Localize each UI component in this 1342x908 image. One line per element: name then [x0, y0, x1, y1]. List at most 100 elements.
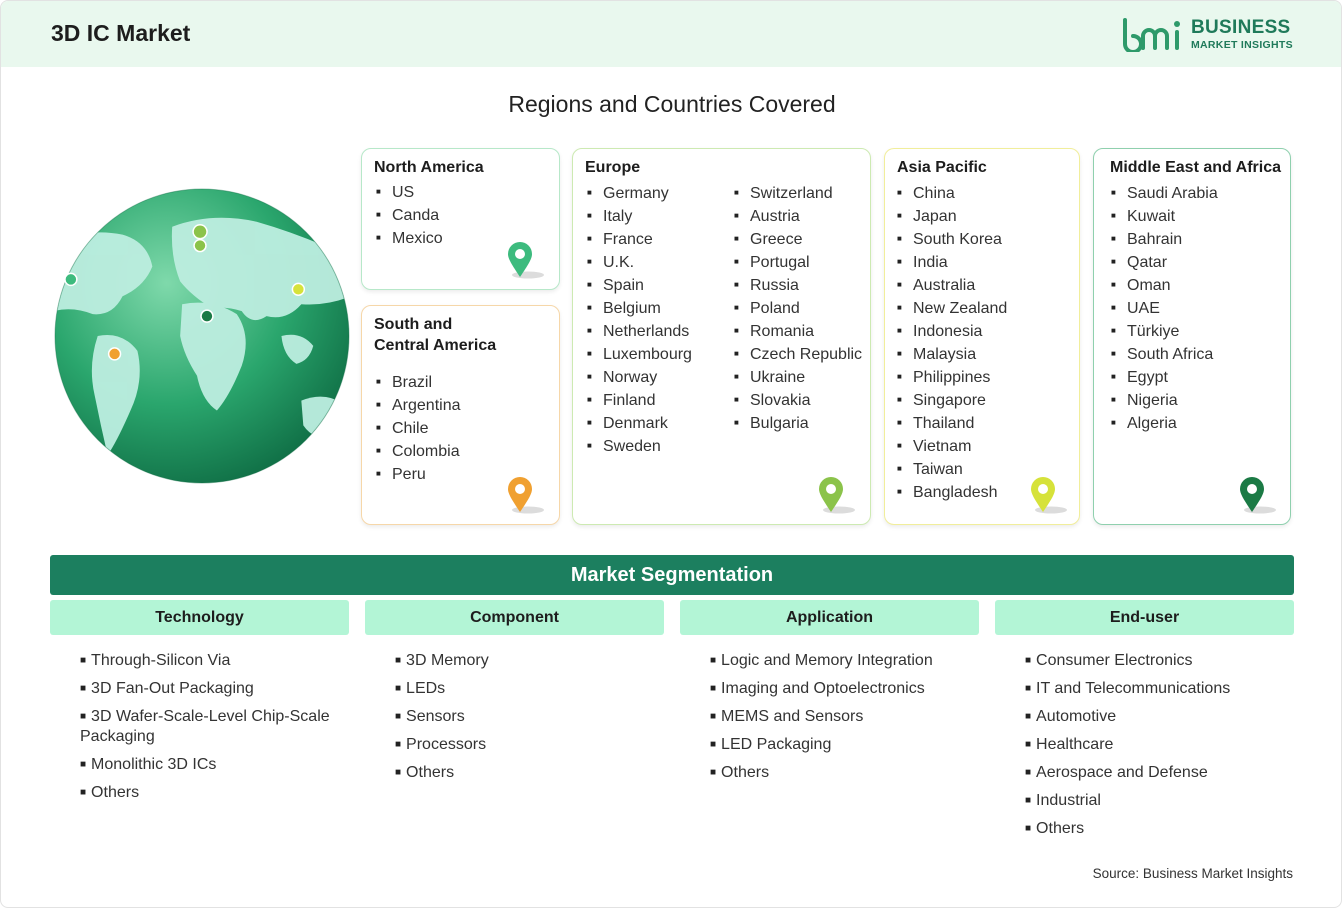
- region-title-middle-east-africa: Middle East and Africa: [1110, 159, 1281, 176]
- country-item: Ukraine: [734, 366, 862, 389]
- country-list-north-america: US Canda Mexico: [376, 181, 443, 250]
- segment-item: IT and Telecommunications: [1025, 679, 1295, 699]
- globe-icon: [54, 188, 350, 484]
- country-item: Argentina: [376, 394, 461, 417]
- source-note: Source: Business Market Insights: [1092, 866, 1293, 881]
- country-item: Bulgaria: [734, 412, 862, 435]
- segment-item: Others: [710, 763, 980, 783]
- segment-item: Consumer Electronics: [1025, 651, 1295, 671]
- segment-header-application: Application: [680, 600, 979, 635]
- region-card-south-central-america: South and Central America Brazil Argenti…: [361, 305, 560, 525]
- country-item: Thailand: [897, 412, 1007, 435]
- segment-list-component: 3D Memory LEDs Sensors Processors Others: [395, 651, 655, 791]
- segment-item: LEDs: [395, 679, 655, 699]
- country-item: Peru: [376, 463, 461, 486]
- regions-title: Regions and Countries Covered: [508, 91, 836, 117]
- country-item: Mexico: [376, 227, 443, 250]
- country-item: Vietnam: [897, 435, 1007, 458]
- country-item: Saudi Arabia: [1111, 182, 1218, 205]
- country-item: Kuwait: [1111, 205, 1218, 228]
- region-card-europe: Europe Germany Italy France U.K. Spain B…: [572, 148, 871, 525]
- country-item: South Africa: [1111, 343, 1218, 366]
- region-title-europe: Europe: [585, 159, 641, 176]
- country-item: Italy: [587, 205, 692, 228]
- map-pin-icon: [508, 242, 544, 279]
- map-pin-icon: [1031, 477, 1067, 514]
- logo-subtitle: MARKET INSIGHTS: [1191, 39, 1293, 51]
- country-item: Qatar: [1111, 251, 1218, 274]
- map-pin-icon: [1240, 477, 1276, 514]
- segment-item: Automotive: [1025, 707, 1295, 727]
- country-item: Germany: [587, 182, 692, 205]
- page-title: 3D IC Market: [51, 20, 191, 46]
- country-item: Switzerland: [734, 182, 862, 205]
- segment-item: Aerospace and Defense: [1025, 763, 1295, 783]
- country-list-europe-col2: Switzerland Austria Greece Portugal Russ…: [734, 182, 862, 435]
- infographic-frame: 3D IC Market BUSINESS MARKET INSIGHTS Re…: [0, 0, 1342, 908]
- country-item: Türkiye: [1111, 320, 1218, 343]
- segment-item: Others: [1025, 819, 1295, 839]
- country-item: Belgium: [587, 297, 692, 320]
- country-item: U.K.: [587, 251, 692, 274]
- segment-list-end-user: Consumer Electronics IT and Telecommunic…: [1025, 651, 1295, 847]
- country-item: Luxembourg: [587, 343, 692, 366]
- country-item: US: [376, 181, 443, 204]
- country-item: Greece: [734, 228, 862, 251]
- country-item: New Zealand: [897, 297, 1007, 320]
- country-item: France: [587, 228, 692, 251]
- bmi-logo-icon: [1123, 18, 1180, 52]
- region-card-middle-east-africa: Middle East and Africa Saudi Arabia Kuwa…: [1093, 148, 1291, 525]
- country-item: Slovakia: [734, 389, 862, 412]
- country-list-middle-east-africa: Saudi Arabia Kuwait Bahrain Qatar Oman U…: [1111, 182, 1218, 435]
- segment-item: Monolithic 3D ICs: [80, 755, 330, 775]
- segment-item: Sensors: [395, 707, 655, 727]
- country-item: Brazil: [376, 371, 461, 394]
- segment-list-application: Logic and Memory Integration Imaging and…: [710, 651, 980, 791]
- country-list-europe-col1: Germany Italy France U.K. Spain Belgium …: [587, 182, 692, 458]
- segment-header-end-user: End-user: [995, 600, 1294, 635]
- country-item: Finland: [587, 389, 692, 412]
- country-item: Indonesia: [897, 320, 1007, 343]
- country-item: Chile: [376, 417, 461, 440]
- segment-item: Industrial: [1025, 791, 1295, 811]
- country-list-south-central-america: Brazil Argentina Chile Colombia Peru: [376, 371, 461, 486]
- segment-item: Imaging and Optoelectronics: [710, 679, 980, 699]
- country-item: China: [897, 182, 1007, 205]
- segment-item: Processors: [395, 735, 655, 755]
- country-list-asia-pacific: China Japan South Korea India Australia …: [897, 182, 1007, 504]
- country-item: Denmark: [587, 412, 692, 435]
- country-item: Czech Republic: [734, 343, 862, 366]
- segment-item: Through-Silicon Via: [80, 651, 330, 671]
- country-item: Netherlands: [587, 320, 692, 343]
- segment-item: Logic and Memory Integration: [710, 651, 980, 671]
- country-item: Portugal: [734, 251, 862, 274]
- country-item: Poland: [734, 297, 862, 320]
- segment-item: LED Packaging: [710, 735, 980, 755]
- country-item: South Korea: [897, 228, 1007, 251]
- country-item: Japan: [897, 205, 1007, 228]
- region-title-south-central-america: South and Central America: [374, 316, 497, 354]
- country-item: UAE: [1111, 297, 1218, 320]
- country-item: Spain: [587, 274, 692, 297]
- segment-item: 3D Wafer-Scale-Level Chip-Scale Packagin…: [80, 707, 330, 747]
- country-item: Sweden: [587, 435, 692, 458]
- country-item: Russia: [734, 274, 862, 297]
- country-item: Taiwan: [897, 458, 1007, 481]
- country-item: Nigeria: [1111, 389, 1218, 412]
- country-item: Malaysia: [897, 343, 1007, 366]
- region-card-asia-pacific: Asia Pacific China Japan South Korea Ind…: [884, 148, 1080, 525]
- country-item: Norway: [587, 366, 692, 389]
- country-item: Bahrain: [1111, 228, 1218, 251]
- logo-wordmark: BUSINESS: [1191, 17, 1291, 38]
- country-item: Singapore: [897, 389, 1007, 412]
- country-item: Bangladesh: [897, 481, 1007, 504]
- region-title-north-america: North America: [374, 159, 484, 176]
- region-card-north-america: North America US Canda Mexico: [361, 148, 560, 290]
- region-title-asia-pacific: Asia Pacific: [897, 159, 987, 176]
- country-item: Oman: [1111, 274, 1218, 297]
- map-pin-icon: [819, 477, 855, 514]
- country-item: Colombia: [376, 440, 461, 463]
- map-pin-icon: [508, 477, 544, 514]
- segment-item: Healthcare: [1025, 735, 1295, 755]
- country-item: Australia: [897, 274, 1007, 297]
